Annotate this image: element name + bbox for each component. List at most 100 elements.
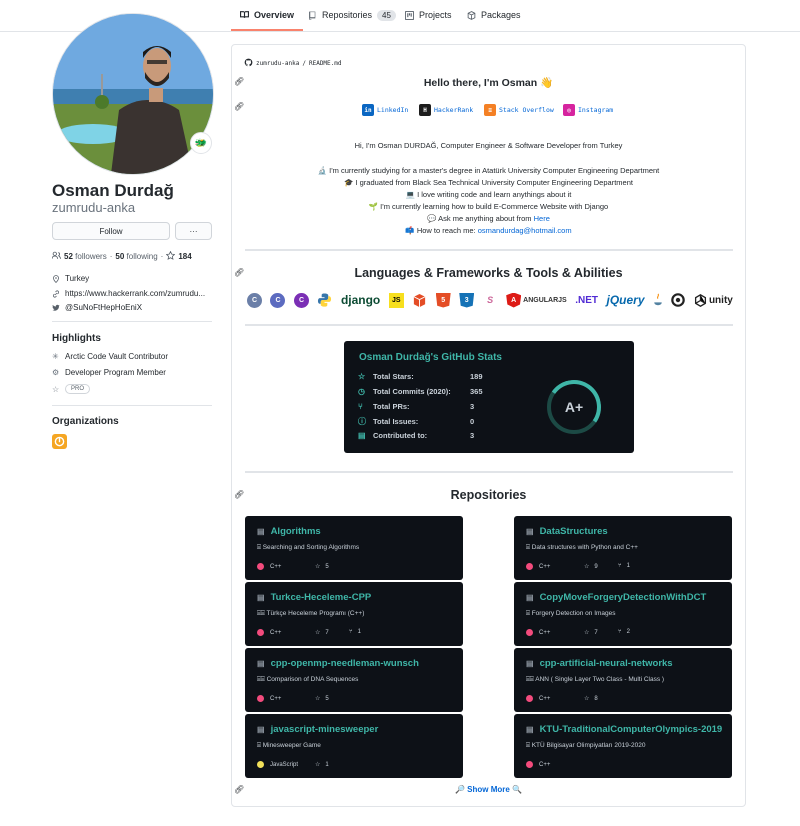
repo-stars: ☆ 7 — [315, 629, 329, 637]
status-emoji-badge[interactable]: 🐲 — [190, 132, 212, 154]
repo-description: ⌸⌸ Türkçe Heceleme Programı (C++) — [257, 610, 365, 617]
box-icon[interactable] — [412, 291, 427, 309]
bullet-line-reach: 📫 How to reach me: osmandurdag@hotmail.c… — [405, 226, 572, 235]
section-divider — [245, 471, 733, 473]
highlights-heading: Highlights — [52, 333, 101, 344]
stackoverflow-link[interactable]: ≡ Stack Overflow — [484, 104, 554, 116]
repo-language: C++ — [257, 629, 281, 636]
email-link[interactable]: osmandurdag@hotmail.com — [478, 226, 572, 235]
repo-language: C++ — [257, 563, 281, 570]
project-icon — [405, 10, 414, 20]
repo-title[interactable]: ▤ DataStructures — [526, 526, 608, 537]
repo-icon: ▤ — [257, 527, 265, 536]
tab-repositories[interactable]: Repositories 45 — [308, 0, 396, 30]
github-stats-card[interactable]: Osman Durdağ's GitHub Stats ☆ Total Stars… — [344, 341, 634, 453]
repositories-heading: Repositories — [450, 488, 527, 502]
follow-button[interactable]: Follow — [52, 222, 170, 240]
twitter-icon — [52, 304, 60, 312]
repo-title[interactable]: ▤ CopyMoveForgeryDetectionWithDCT — [526, 592, 706, 603]
hackerrank-link[interactable]: H HackerRank — [419, 104, 473, 116]
tab-projects[interactable]: Projects — [405, 0, 452, 30]
repo-card[interactable]: ▤ cpp-openmp-needleman-wunsch ⌸⌸ Compariso… — [245, 648, 463, 712]
repo-card[interactable]: ▤ KTU-TraditionalComputerOlympics-2019 ⌸ K… — [514, 714, 732, 778]
history-icon: ◷ — [358, 387, 365, 396]
repo-card[interactable]: ▤ DataStructures ⌸ Data structures with Py… — [514, 516, 732, 580]
js-icon[interactable]: JS — [388, 291, 404, 309]
stars-count[interactable]: 184 — [178, 252, 191, 261]
repo-card[interactable]: ▤ Algorithms ⌸ Searching and Sorting Algor… — [245, 516, 463, 580]
avatar[interactable] — [52, 13, 214, 175]
repo-card[interactable]: ▤ cpp-artificial-neural-networks ⌸⌸ ANN ( … — [514, 648, 732, 712]
repo-title[interactable]: ▤ cpp-artificial-neural-networks — [526, 658, 673, 669]
django-icon[interactable]: django — [341, 291, 380, 309]
linkedin-link[interactable]: in LinkedIn — [362, 104, 408, 116]
repo-card[interactable]: ▤ javascript-minesweeper ⌸ Minesweeper Gam… — [245, 714, 463, 778]
star-icon: ☆ — [584, 696, 590, 702]
pr-icon: ⑂ — [358, 402, 363, 411]
repo-icon: ▤ — [526, 527, 534, 536]
anchor-link-icon[interactable]: 🔗︎ — [234, 102, 244, 111]
csharp-icon[interactable]: C — [293, 291, 309, 309]
repo-icon: ▤ — [526, 659, 534, 668]
repo-forks: ⑂ 2 — [618, 629, 630, 635]
linkedin-icon: in — [362, 104, 374, 116]
book-icon — [240, 10, 249, 19]
language-color-dot — [526, 563, 533, 570]
cpu-icon: ⚙ — [52, 368, 60, 377]
language-color-dot — [257, 563, 264, 570]
dotnet-icon[interactable]: .NET — [575, 291, 598, 309]
repo-description: ⌸ Forgery Detection on Images — [526, 610, 616, 617]
repo-title[interactable]: ▤ cpp-openmp-needleman-wunsch — [257, 658, 419, 669]
rank-grade: A+ — [564, 399, 584, 415]
repo-title[interactable]: ▤ javascript-minesweeper — [257, 724, 378, 735]
repo-title[interactable]: ▤ Algorithms — [257, 526, 321, 537]
java-icon[interactable] — [653, 291, 663, 309]
show-more-link[interactable]: 🔎 Show More 🔍 — [231, 785, 746, 794]
repo-card[interactable]: ▤ CopyMoveForgeryDetectionWithDCT ⌸ Forger… — [514, 582, 732, 646]
tab-overview[interactable]: Overview — [231, 0, 304, 31]
repo-card[interactable]: ▤ Turkce-Heceleme-CPP ⌸⌸ Türkçe Heceleme P… — [245, 582, 463, 646]
pro-badge: PRO — [65, 384, 91, 394]
c-icon[interactable]: C — [247, 291, 262, 309]
ask-here-link[interactable]: Here — [534, 214, 550, 223]
star-icon: ☆ — [315, 696, 321, 702]
repo-title[interactable]: ▤ KTU-TraditionalComputerOlympics-2019 — [526, 724, 722, 735]
repo-stars: ☆ 9 — [584, 563, 598, 571]
repo-stars: ☆ 1 — [315, 761, 329, 769]
issue-icon: ⓘ — [358, 417, 366, 426]
unity-circle-icon[interactable] — [671, 291, 686, 309]
html5-icon[interactable]: 5 — [435, 291, 451, 309]
instagram-link[interactable]: ◎ Instagram — [563, 104, 613, 116]
cpp-icon[interactable]: C — [270, 291, 286, 309]
language-color-dot — [526, 629, 533, 636]
repo-stars: ☆ 8 — [584, 695, 598, 703]
css3-icon[interactable]: 3 — [459, 291, 475, 309]
star-icon: ☆ — [315, 564, 321, 570]
organization-avatar[interactable] — [52, 434, 67, 449]
twitter-item[interactable]: @SuNoFtHepHoEniX — [52, 303, 142, 312]
tools-row: C C C django JS 5 3 S A ANGULARJS .NET jQ… — [247, 289, 733, 311]
section-divider — [245, 324, 733, 326]
sass-icon[interactable]: S — [482, 291, 498, 309]
star-icon: ☆ — [584, 630, 590, 636]
website-item[interactable]: https://www.hackerrank.com/zumrudu... — [52, 289, 205, 298]
repo-stars: ☆ 5 — [315, 563, 329, 571]
python-icon[interactable] — [317, 291, 332, 309]
jquery-icon[interactable]: jQuery — [606, 291, 644, 309]
unity-icon[interactable]: unity — [694, 291, 733, 309]
fork-icon: ⑂ — [618, 629, 622, 635]
more-options-button[interactable]: ··· — [175, 222, 212, 240]
repo-title[interactable]: ▤ Turkce-Heceleme-CPP — [257, 592, 371, 603]
organizations-heading: Organizations — [52, 416, 119, 427]
tab-packages[interactable]: Packages — [467, 0, 521, 30]
follow-stats: 52 followers · 50 following · 184 — [51, 250, 192, 262]
following-link[interactable]: 50 following — [115, 252, 157, 261]
angular-icon[interactable]: A ANGULARJS — [506, 291, 567, 309]
star-icon: ☆ — [315, 762, 321, 768]
star-icon: ☆ — [358, 372, 366, 381]
profile-full-name: Osman Durdağ — [52, 181, 174, 200]
tools-heading: Languages & Frameworks & Tools & Abiliti… — [354, 266, 623, 280]
followers-link[interactable]: 52 followers — [64, 252, 107, 261]
bullet-line: 🎓 I graduated from Black Sea Technical U… — [344, 178, 633, 187]
link-icon — [52, 289, 60, 298]
